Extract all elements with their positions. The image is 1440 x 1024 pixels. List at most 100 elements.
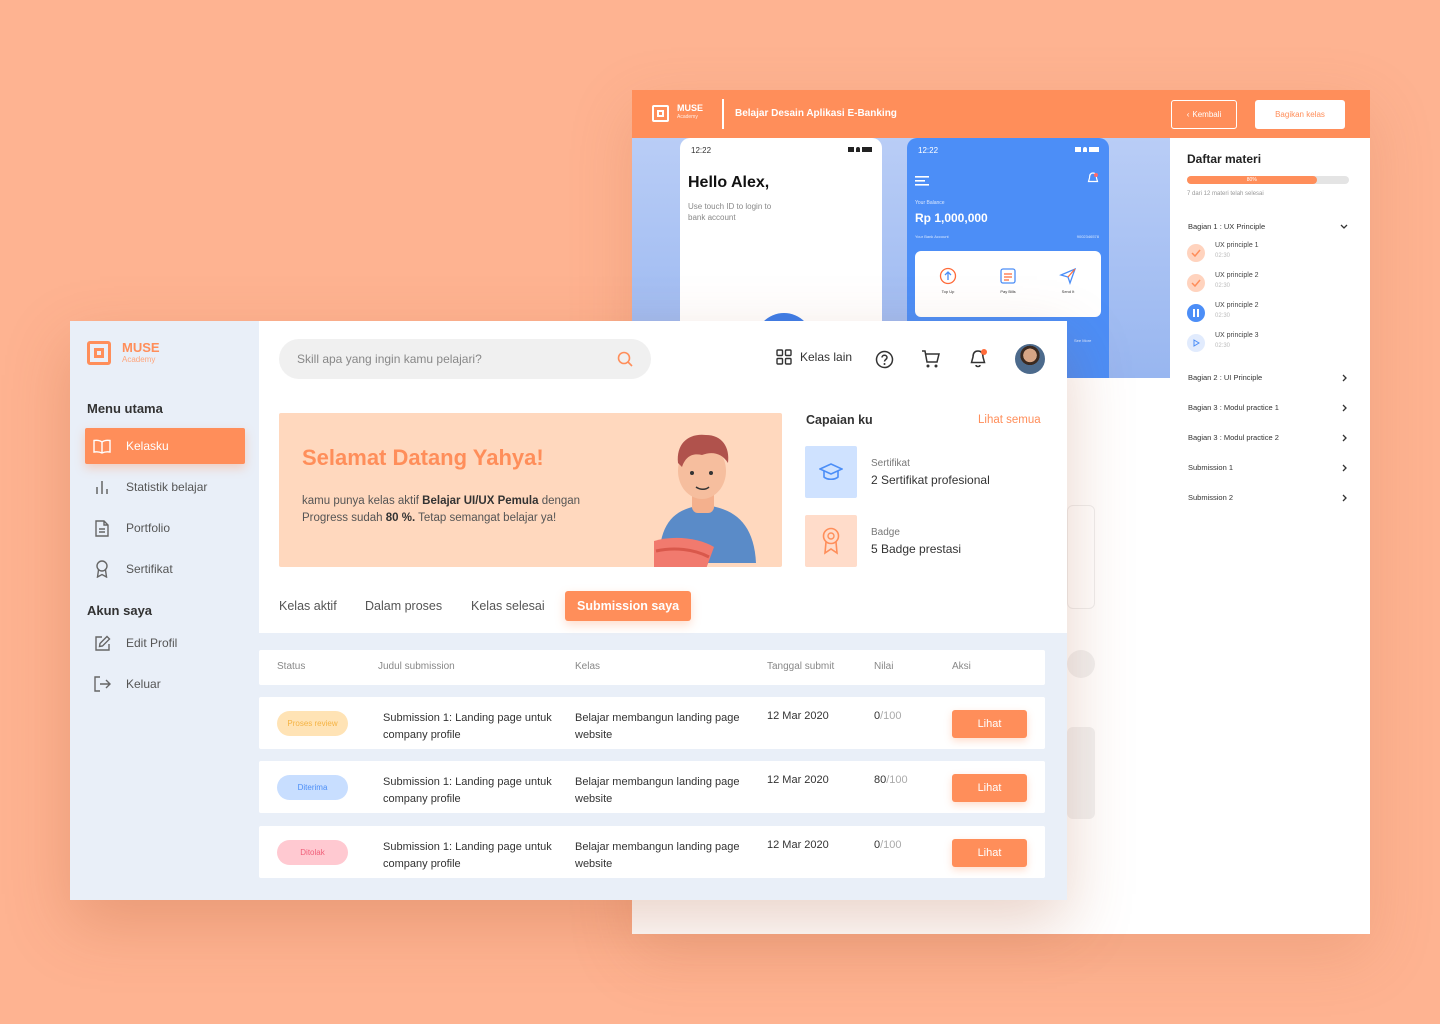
kembali-label: Kembali [1192,110,1222,119]
lesson-duration: 02:30 [1215,343,1231,349]
sidebar-item-kelasku[interactable]: Kelasku [85,428,245,464]
section-label: Bagian 2 : UI Principle [1188,373,1263,382]
avatar[interactable] [1015,344,1045,374]
check-icon [1187,274,1205,292]
sidebar-item-portfolio[interactable]: Portfolio [85,510,245,546]
achievement-value: 2 Sertifikat profesional [871,473,990,487]
notification-bell-icon[interactable] [967,348,989,370]
kembali-button[interactable]: ‹ Kembali [1171,100,1237,129]
chevron-right-icon [1342,494,1348,502]
cart-icon[interactable] [920,348,942,370]
kelas-lain-button[interactable]: Kelas lain [776,349,852,365]
section-label: Bagian 3 : Modul practice 1 [1188,403,1279,412]
progress-caption: 7 dari 12 materi telah selesai [1187,191,1264,197]
welcome-text-part: kamu punya kelas aktif [302,495,423,507]
lesson-name: UX principle 1 [1215,242,1259,249]
section-bagian-3-modul-2[interactable]: Bagian 3 : Modul practice 2 [1188,433,1348,442]
tab-kelas-selesai[interactable]: Kelas selesai [471,591,545,621]
course-top-bar: MUSE Academy Belajar Desain Aplikasi E-B… [632,90,1370,138]
tab-submission-saya[interactable]: Submission saya [565,591,692,621]
search-icon [617,351,633,367]
bagikan-kelas-button[interactable]: Bagikan kelas [1255,100,1345,129]
lesson-item[interactable]: UX principle 3 02:30 [1187,332,1347,358]
table-row: Ditolak Submission 1: Landing page untuk… [259,826,1045,878]
lesson-duration: 02:30 [1215,253,1231,259]
sidebar-item-label: Kelasku [126,439,169,453]
section-bagian-1[interactable]: Bagian 1 : UX Principle [1188,222,1348,231]
phone-subtitle: Use touch ID to login to bank account [688,202,772,222]
chevron-right-icon [1342,404,1348,412]
sidebar-item-label: Keluar [126,677,161,691]
welcome-banner: Selamat Datang Yahya! kamu punya kelas a… [279,413,782,567]
pause-icon [1187,304,1205,322]
lesson-item[interactable]: UX principle 2 02:30 [1187,272,1347,298]
submission-title: Submission 1: Landing page untuk company… [383,712,552,741]
lihat-button[interactable]: Lihat [952,839,1027,867]
score: 0/100 [874,839,902,851]
lesson-name: UX principle 2 [1215,272,1259,279]
class-name: Belajar membangun landing page website [575,712,740,741]
sidebar-item-edit-profil[interactable]: Edit Profil [85,625,245,661]
section-bagian-2[interactable]: Bagian 2 : UI Principle [1188,373,1348,382]
play-icon [1187,334,1205,352]
tab-kelas-aktif[interactable]: Kelas aktif [279,591,337,621]
sidebar-item-label: Statistik belajar [126,480,208,494]
status-badge: Proses review [277,711,348,736]
lihat-semua-link[interactable]: Lihat semua [978,414,1041,426]
sidebar-item-sertifikat[interactable]: Sertifikat [85,551,245,587]
tab-dalam-proses[interactable]: Dalam proses [365,591,442,621]
balance-label: Your Balance [915,200,945,206]
send-icon [1059,267,1077,285]
main-content-card: Skill apa yang ingin kamu pelajari? Kela… [259,321,1067,633]
column-header: Aksi [952,661,971,672]
check-icon [1187,244,1205,262]
sidebar-item-statistik[interactable]: Statistik belajar [85,469,245,505]
divider [722,99,724,129]
chevron-left-icon: ‹ [1186,110,1190,119]
see-more-link: See More [1074,338,1092,343]
submission-title: Submission 1: Landing page untuk company… [383,776,552,805]
section-bagian-3-modul-1[interactable]: Bagian 3 : Modul practice 1 [1188,403,1348,412]
achievement-sertifikat[interactable]: Sertifikat 2 Sertifikat profesional [805,446,1045,498]
document-icon [93,519,111,537]
notification-icon [1087,172,1099,185]
achievement-badge[interactable]: Badge 5 Badge prestasi [805,515,1045,567]
achievement-label: Sertifikat [871,458,910,469]
lihat-button[interactable]: Lihat [952,774,1027,802]
section-label: Submission 2 [1188,493,1234,502]
lesson-item[interactable]: UX principle 2 02:30 [1187,302,1347,328]
chevron-right-icon [1342,374,1348,382]
dashboard-window: MUSE Academy Menu utama Kelasku Statisti… [70,321,1067,900]
brand-name: MUSE [677,103,704,113]
bar-chart-icon [93,478,111,496]
achievement-label: Badge [871,527,900,538]
column-header: Nilai [874,661,894,672]
section-submission-2[interactable]: Submission 2 [1188,493,1348,502]
top-up-label: Top Up [941,289,955,294]
section-submission-1[interactable]: Submission 1 [1188,463,1348,472]
grid-icon [776,349,792,365]
achievement-value: 5 Badge prestasi [871,542,962,556]
book-icon [93,437,111,455]
section-label: Bagian 1 : UX Principle [1188,222,1266,231]
table-row: Diterima Submission 1: Landing page untu… [259,761,1045,813]
score-max: /100 [880,710,902,722]
lihat-button[interactable]: Lihat [952,710,1027,738]
muse-logo-icon [652,105,669,122]
bill-icon [999,267,1017,285]
status-icons [1075,147,1100,152]
column-header: Kelas [575,661,601,672]
sidebar-item-label: Portfolio [126,521,171,535]
progress-value: 80 %. [385,512,416,524]
lesson-item[interactable]: UX principle 1 02:30 [1187,242,1347,268]
section-label: Submission 1 [1188,463,1234,472]
logout-icon [93,675,111,693]
search-input[interactable]: Skill apa yang ingin kamu pelajari? [279,339,651,379]
help-icon[interactable] [873,348,895,370]
balance-value: Rp 1,000,000 [915,211,988,225]
menu-icon [915,176,929,186]
sidebar-item-keluar[interactable]: Keluar [85,666,245,702]
status-badge: Diterima [277,775,348,800]
score: 80/100 [874,774,908,786]
submission-title: Submission 1: Landing page untuk company… [383,841,552,870]
